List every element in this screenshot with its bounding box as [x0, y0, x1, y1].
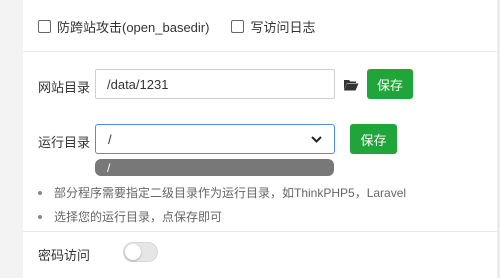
run-dir-option-label: /: [107, 160, 111, 175]
bullet-icon: [38, 190, 42, 195]
anti-cross-site-checkbox[interactable]: [38, 20, 51, 33]
access-log-label[interactable]: 写访问日志: [250, 17, 315, 36]
left-panel-strip: [0, 0, 23, 278]
bullet-icon: [38, 214, 42, 219]
site-dir-save-button[interactable]: 保存: [367, 69, 413, 99]
password-access-toggle[interactable]: [123, 242, 158, 262]
access-log-checkbox[interactable]: [231, 20, 245, 33]
run-dir-selected-value: /: [108, 131, 112, 147]
site-dir-value: /data/1231: [107, 76, 169, 92]
run-dir-select[interactable]: /: [95, 124, 335, 154]
divider: [23, 231, 497, 232]
chevron-down-icon: [311, 135, 322, 143]
password-access-label: 密码访问: [38, 248, 91, 263]
run-dir-dropdown-option[interactable]: /: [95, 159, 334, 176]
toggle-knob: [125, 244, 141, 260]
tip-text: 部分程序需要指定二级目录作为运行目录，如ThinkPHP5，Laravel: [54, 186, 407, 200]
run-dir-label: 运行目录: [38, 135, 91, 150]
tip-text: 选择您的运行目录，点保存即可: [54, 210, 223, 224]
option-row: 防跨站攻击(open_basedir) 写访问日志: [38, 17, 315, 36]
site-dir-label: 网站目录: [38, 80, 91, 95]
divider: [23, 51, 497, 52]
run-dir-save-button[interactable]: 保存: [350, 124, 397, 154]
site-dir-input[interactable]: /data/1231: [95, 69, 335, 99]
folder-open-icon[interactable]: [343, 78, 359, 91]
tip-item: 选择您的运行目录，点保存即可: [38, 208, 222, 225]
anti-cross-site-label[interactable]: 防跨站攻击(open_basedir): [57, 17, 209, 36]
tip-item: 部分程序需要指定二级目录作为运行目录，如ThinkPHP5，Laravel: [38, 184, 406, 201]
